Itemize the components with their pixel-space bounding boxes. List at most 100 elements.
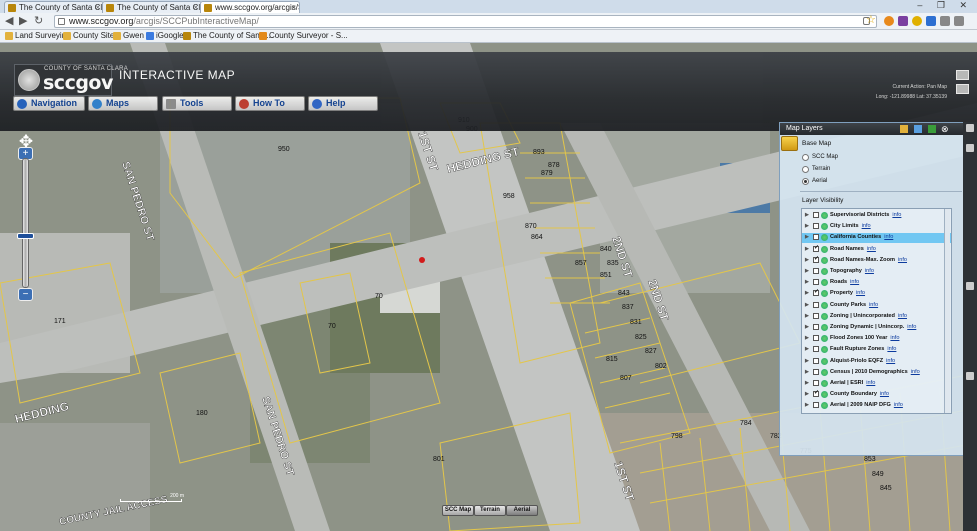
expand-arrow-icon[interactable]: ▶ (805, 345, 809, 354)
expand-arrow-icon[interactable]: ▶ (805, 323, 809, 332)
extension-icon[interactable] (912, 16, 922, 26)
forward-icon[interactable]: ▶ (19, 15, 27, 28)
expand-arrow-icon[interactable]: ▶ (805, 390, 809, 399)
menu-tools[interactable]: Tools (162, 96, 232, 111)
browser-tab[interactable]: The County of Santa Clara× (4, 1, 104, 13)
layer-item[interactable]: ▶ Census | 2010 Demographics info (802, 368, 951, 378)
menu-navigation[interactable]: Navigation (13, 96, 85, 111)
reload-icon[interactable]: ↻ (34, 15, 43, 28)
aerial-button[interactable]: Aerial (506, 505, 538, 516)
expand-arrow-icon[interactable]: ▶ (805, 278, 809, 287)
layer-item[interactable]: ▶ Aerial | 2009 NAIP DFG info (802, 401, 951, 411)
layer-item[interactable]: ▶ Alquist-Priolo EQFZ info (802, 357, 951, 367)
radio-button[interactable] (802, 154, 809, 161)
layer-item[interactable]: ▶ Road Namesinfo (802, 244, 951, 255)
window-controls[interactable]: – ❐ ✕ (917, 0, 973, 11)
base-option-scc-map[interactable]: SCC Map (802, 154, 838, 161)
expand-arrow-icon[interactable]: ▶ (805, 211, 809, 220)
overview-map-icon[interactable] (956, 70, 969, 80)
expand-arrow-icon[interactable]: ▶ (805, 222, 809, 231)
expand-arrow-icon[interactable]: ▶ (805, 233, 809, 242)
layer-checkbox[interactable] (813, 312, 819, 319)
close-icon[interactable]: × (291, 2, 296, 13)
layer-item[interactable]: ▶ City Limits info (802, 222, 951, 232)
info-link[interactable]: info (880, 391, 889, 397)
expand-arrow-icon[interactable]: ▶ (805, 357, 809, 366)
info-link[interactable]: info (867, 246, 876, 252)
expand-arrow-icon[interactable]: ▶ (805, 267, 809, 276)
expand-arrow-icon[interactable]: ▶ (805, 256, 809, 265)
menu-how-to[interactable]: How To (235, 96, 305, 111)
close-icon[interactable]: × (95, 2, 100, 13)
layer-item[interactable]: ▶ Propertyinfo (802, 288, 951, 299)
radio-button[interactable] (802, 178, 809, 185)
layer-item[interactable]: ▶ Zoning Dynamic | Unincorp. info (802, 323, 951, 333)
terrain-button[interactable]: Terrain (474, 505, 506, 516)
info-link[interactable]: info (890, 335, 899, 341)
location-marker-icon[interactable] (419, 257, 425, 263)
layer-item[interactable]: ▶ County Boundaryinfo (802, 389, 951, 400)
layer-item[interactable]: ▶ Topography info (802, 267, 951, 277)
layer-item[interactable]: ▶ Flood Zones 100 Year info (802, 334, 951, 344)
legend-icon[interactable] (928, 125, 936, 133)
star-icon[interactable]: ☆ (866, 14, 876, 27)
layer-checkbox[interactable] (813, 389, 819, 398)
folder-icon[interactable] (900, 125, 908, 133)
layer-item[interactable]: ▶ Road Names-Max. Zoominfo (802, 255, 951, 266)
layer-checkbox[interactable] (813, 301, 819, 308)
info-link[interactable]: info (907, 324, 916, 330)
arrow-down-icon[interactable] (966, 144, 974, 152)
radio-button[interactable] (802, 166, 809, 173)
info-link[interactable]: info (887, 346, 896, 352)
scc-map-button[interactable]: SCC Map (442, 505, 474, 516)
layer-item[interactable]: ▶ Aerial | ESRI info (802, 379, 951, 389)
pin-icon[interactable] (966, 372, 974, 380)
bookmark-igoogle[interactable]: iGoogle (145, 30, 184, 42)
bookmark-county-surveyor[interactable]: County Surveyor - S... (258, 30, 348, 42)
print-icon[interactable] (956, 84, 969, 94)
expand-arrow-icon[interactable]: ▶ (805, 289, 809, 298)
layer-checkbox[interactable] (813, 346, 819, 353)
browser-tab-active[interactable]: www.sccgov.org/arcgis/S × (200, 1, 300, 13)
layer-item[interactable]: ▶ Fault Rupture Zones info (802, 345, 951, 355)
layer-list-scrollbar[interactable] (944, 209, 950, 413)
close-icon[interactable]: × (193, 2, 198, 13)
layer-item[interactable]: ▶ Supervisorial Districts info (802, 211, 951, 221)
back-icon[interactable]: ◀ (5, 15, 13, 28)
map-viewport[interactable]: SAN PEDRO ST 1ST ST HEDDING ST 2ND ST HE… (0, 43, 977, 531)
layer-item[interactable]: ▶ California Counties info (802, 233, 951, 244)
folder-icon[interactable] (781, 136, 798, 151)
info-link[interactable]: info (862, 223, 871, 229)
extension-icon[interactable] (898, 16, 908, 26)
layer-checkbox[interactable] (813, 223, 819, 230)
expand-arrow-icon[interactable]: ▶ (805, 368, 809, 377)
expand-arrow-icon[interactable]: ▶ (805, 379, 809, 388)
layer-checkbox[interactable] (813, 212, 819, 218)
extension-icon[interactable] (884, 16, 894, 26)
layer-checkbox[interactable] (813, 324, 819, 330)
info-link[interactable]: info (892, 212, 901, 218)
layer-checkbox[interactable] (813, 402, 819, 409)
layer-checkbox[interactable] (813, 335, 819, 342)
layer-checkbox[interactable] (813, 255, 819, 264)
expand-arrow-icon[interactable]: ▶ (805, 401, 809, 410)
bookmark-gwen[interactable]: Gwen (112, 30, 144, 42)
arrow-up-icon[interactable] (966, 124, 974, 132)
layer-checkbox[interactable] (813, 380, 819, 386)
base-option-terrain[interactable]: Terrain (802, 166, 830, 173)
layer-checkbox[interactable] (813, 288, 819, 297)
expand-arrow-icon[interactable]: ▶ (805, 245, 809, 254)
info-link[interactable]: info (865, 268, 874, 274)
menu-maps[interactable]: Maps (88, 96, 158, 111)
zoom-out-button[interactable]: − (18, 288, 33, 301)
expand-arrow-icon[interactable]: ▶ (805, 334, 809, 343)
pin-icon[interactable] (966, 282, 974, 290)
layer-item[interactable]: ▶ Roads info (802, 278, 951, 288)
base-option-aerial[interactable]: Aerial (802, 178, 827, 185)
menu-help[interactable]: Help (308, 96, 378, 111)
expand-arrow-icon[interactable]: ▶ (805, 312, 809, 321)
layer-checkbox[interactable] (813, 268, 819, 274)
zoom-slider[interactable] (22, 158, 29, 288)
layer-checkbox[interactable] (813, 279, 819, 286)
sccgov-logo[interactable]: COUNTY OF SANTA CLARA sccgov (14, 64, 128, 96)
